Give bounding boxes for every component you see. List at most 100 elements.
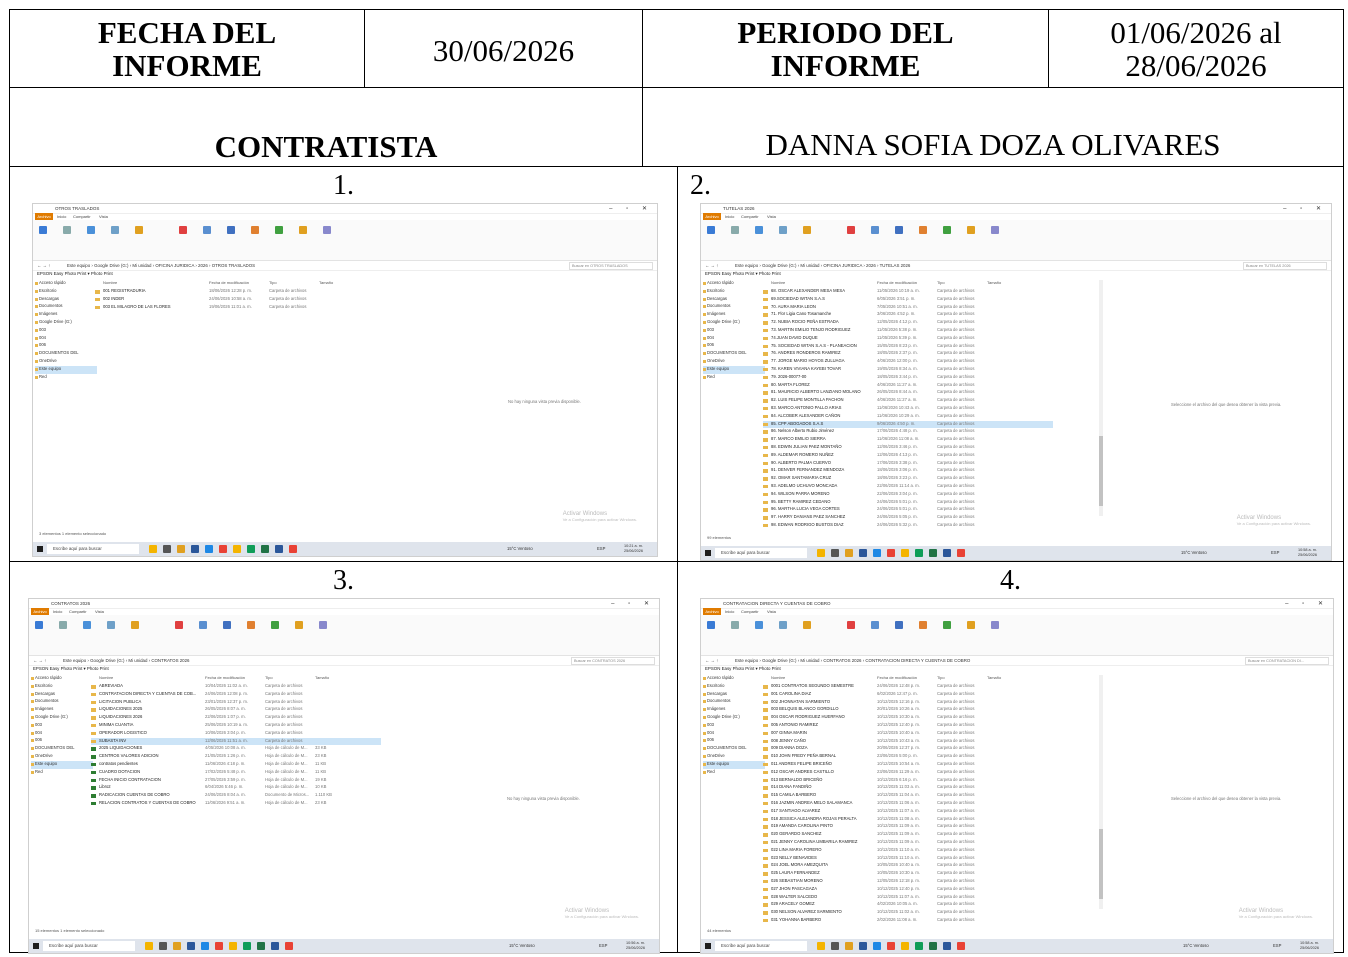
column-type[interactable]: Tipo bbox=[269, 280, 277, 287]
file-row[interactable]: 81. MAURICIO ALBERTO LANZIANO MOLANO 26/0… bbox=[763, 389, 1053, 397]
ribbon-tool-icon[interactable] bbox=[731, 226, 739, 234]
column-size[interactable]: Tamaño bbox=[315, 675, 329, 682]
nav-item[interactable]: 006 bbox=[703, 342, 765, 350]
ribbon-tool-icon[interactable] bbox=[107, 621, 115, 629]
file-row[interactable]: contratos pendientes 11/06/2026 4:18 p. m… bbox=[91, 761, 381, 769]
column-name[interactable]: Nombre bbox=[99, 675, 113, 682]
file-row[interactable]: 024 JOEL MORA AMEZQUITA 10/05/2026 10:40 … bbox=[763, 862, 1053, 870]
taskbar-app-icon[interactable] bbox=[845, 942, 853, 950]
nav-item[interactable]: Descargas bbox=[703, 691, 765, 699]
column-size[interactable]: Tamaño bbox=[987, 280, 1001, 287]
taskbar-app-icon[interactable] bbox=[215, 942, 223, 950]
taskbar-clock[interactable]: 10:58 a. m. 25/06/2026 bbox=[1300, 941, 1319, 951]
nav-item[interactable]: 006 bbox=[35, 342, 97, 350]
file-row[interactable]: 010 JOHN FREDY PEÑA BERNAL 23/06/2026 5:0… bbox=[763, 753, 1053, 761]
nav-item[interactable]: Este equipo bbox=[703, 760, 765, 769]
column-type[interactable]: Tipo bbox=[265, 675, 273, 682]
nav-item[interactable]: Red bbox=[703, 769, 765, 777]
scrollbar[interactable] bbox=[1099, 280, 1103, 516]
ribbon-tool-icon[interactable] bbox=[803, 226, 811, 234]
taskbar-app-icon[interactable] bbox=[177, 545, 185, 553]
ribbon-tool-icon[interactable] bbox=[227, 226, 235, 234]
taskbar-app-icon[interactable] bbox=[163, 545, 171, 553]
file-row[interactable]: 85. CPP ABOGADOS S.A.S 9/06/2026 4:50 p. … bbox=[763, 420, 1053, 429]
ribbon-tool-icon[interactable] bbox=[323, 226, 331, 234]
file-row[interactable]: 019 AMANDA CAROLINA PINTO 10/12/2025 11:0… bbox=[763, 823, 1053, 831]
taskbar-app-icon[interactable] bbox=[957, 549, 965, 557]
file-row[interactable]: 030 NELSON ALVAREZ SARMIENTO 10/12/2025 1… bbox=[763, 909, 1053, 917]
column-date[interactable]: Fecha de modificación bbox=[877, 675, 917, 682]
column-size[interactable]: Tamaño bbox=[987, 675, 1001, 682]
file-row[interactable]: 75. SOCIEDAD WITAN S.A.S - PLANEACION 15/… bbox=[763, 343, 1053, 351]
file-row[interactable]: 98. EDWAN RODRIGO BUSTOS DIAZ 24/06/2026 … bbox=[763, 522, 1053, 530]
window-controls[interactable]: – ▫ ✕ bbox=[1285, 600, 1329, 607]
file-row[interactable]: 020 GERARDO SANCHEZ 10/12/2025 11:09 a. m… bbox=[763, 831, 1053, 839]
ribbon-tool-icon[interactable] bbox=[755, 621, 763, 629]
taskbar-app-icon[interactable] bbox=[261, 545, 269, 553]
nav-item[interactable]: Documentos bbox=[703, 698, 765, 706]
ribbon-tool-icon[interactable] bbox=[87, 226, 95, 234]
nav-item[interactable]: DOCUMENTOS DEL bbox=[35, 350, 97, 358]
menu-home[interactable]: Inicio bbox=[53, 609, 62, 614]
ribbon-tool-icon[interactable] bbox=[779, 621, 787, 629]
nav-item[interactable]: 003 bbox=[31, 722, 93, 730]
file-row[interactable]: 001 CAROLINA DIAZ 6/02/2026 12:47 p. m. Ca… bbox=[763, 691, 1053, 699]
file-row[interactable]: 021 JENNY CAROLINA UMBARILA RAMIREZ 10/12… bbox=[763, 839, 1053, 847]
taskbar-app-icon[interactable] bbox=[845, 549, 853, 557]
ribbon-tool-icon[interactable] bbox=[59, 621, 67, 629]
file-row[interactable]: CUADRO DOTACION 17/02/2026 5:48 p. m. Hoja… bbox=[91, 769, 381, 777]
file-row[interactable]: CENTROS VALORES ADICION 21/05/2026 1:26 p… bbox=[91, 753, 381, 761]
file-row[interactable]: 72. NUBIA ROCIO PEÑA ESTRADA 12/05/2026 4… bbox=[763, 319, 1053, 327]
nav-item[interactable]: 003 bbox=[703, 722, 765, 730]
ribbon-tool-icon[interactable] bbox=[35, 621, 43, 629]
file-row[interactable]: 93. ADELMO UCHUVO MONCADA 22/06/2026 11:1… bbox=[763, 483, 1053, 491]
nav-item[interactable]: Red bbox=[31, 769, 93, 777]
menu-share[interactable]: Compartir bbox=[741, 214, 759, 219]
taskbar-app-icon[interactable] bbox=[285, 942, 293, 950]
address-path[interactable]: Este equipo › Google Drive (G:) › Mi uni… bbox=[63, 658, 189, 663]
nav-item[interactable]: 004 bbox=[31, 730, 93, 738]
file-row[interactable]: 015 CAMILA BARBERO 10/12/2025 11:04 a. m.… bbox=[763, 792, 1053, 800]
scrollbar[interactable] bbox=[1099, 675, 1103, 909]
ribbon-tool-icon[interactable] bbox=[871, 226, 879, 234]
file-row[interactable]: 69.SOCIEDAD WITAN S.A.S 6/05/2026 3:51 p.… bbox=[763, 296, 1053, 304]
file-row[interactable]: 94. WILSON PARRA MORENO 22/06/2026 3:04 p… bbox=[763, 491, 1053, 499]
language-indicator[interactable]: ESP bbox=[597, 546, 605, 551]
taskbar-app-icon[interactable] bbox=[831, 549, 839, 557]
ribbon-tool-icon[interactable] bbox=[203, 226, 211, 234]
taskbar-app-icon[interactable] bbox=[831, 942, 839, 950]
nav-item[interactable]: Acceso rápido bbox=[31, 675, 93, 683]
file-row[interactable]: 025 LAURA FERNANDEZ 10/05/2026 10:30 a. m… bbox=[763, 870, 1053, 878]
nav-item[interactable]: Descargas bbox=[31, 691, 93, 699]
epson-toolbar[interactable]: EPSON Easy Photo Print ▾ Photo Print bbox=[33, 666, 109, 672]
file-row[interactable]: 005 ANTONIO RAMIREZ 10/12/2025 12:40 p. m… bbox=[763, 722, 1053, 730]
nav-item[interactable]: Google Drive (G:) bbox=[31, 714, 93, 722]
column-date[interactable]: Fecha de modificación bbox=[877, 280, 917, 287]
nav-item[interactable]: 003 bbox=[35, 327, 97, 335]
taskbar-app-icon[interactable] bbox=[887, 549, 895, 557]
window-controls[interactable]: – ▫ ✕ bbox=[1283, 205, 1327, 212]
nav-item[interactable]: DOCUMENTOS DEL bbox=[703, 745, 765, 753]
file-row[interactable]: 95. BETTY RAMIREZ CEDANO 24/06/2026 5:01 … bbox=[763, 499, 1053, 507]
ribbon-tool-icon[interactable] bbox=[179, 226, 187, 234]
file-row[interactable]: 76. ANDRES RONDEROS RAMIREZ 18/05/2026 2:… bbox=[763, 350, 1053, 358]
taskbar-clock[interactable]: 10:58 a. m. 25/06/2026 bbox=[1298, 548, 1317, 558]
taskbar-app-icon[interactable] bbox=[901, 549, 909, 557]
nav-item[interactable]: 003 bbox=[703, 327, 765, 335]
file-row[interactable]: 022 LINA MARIA FORERO 10/12/2025 11:10 a.… bbox=[763, 847, 1053, 855]
nav-item[interactable]: Acceso rápido bbox=[35, 280, 97, 288]
file-row[interactable]: CONTRATACION DIRECTA Y CUENTAS DE COB...… bbox=[91, 691, 381, 699]
taskbar-app-icon[interactable] bbox=[275, 545, 283, 553]
nav-item[interactable]: Este equipo bbox=[31, 760, 93, 769]
ribbon-tool-icon[interactable] bbox=[895, 226, 903, 234]
ribbon-tool-icon[interactable] bbox=[731, 621, 739, 629]
file-row[interactable]: 017 SANTIAGO ALVAREZ 10/12/2025 11:07 a. … bbox=[763, 808, 1053, 816]
nav-item[interactable]: 006 bbox=[31, 737, 93, 745]
menu-file[interactable]: Archivo bbox=[35, 213, 53, 220]
window-controls[interactable]: – ▫ ✕ bbox=[611, 600, 655, 607]
taskbar-app-icon[interactable] bbox=[929, 942, 937, 950]
taskbar-app-icon[interactable] bbox=[173, 942, 181, 950]
taskbar-app-icon[interactable] bbox=[901, 942, 909, 950]
taskbar-clock[interactable]: 10:56 a. m. 25/06/2026 bbox=[626, 941, 645, 951]
ribbon-tool-icon[interactable] bbox=[895, 621, 903, 629]
